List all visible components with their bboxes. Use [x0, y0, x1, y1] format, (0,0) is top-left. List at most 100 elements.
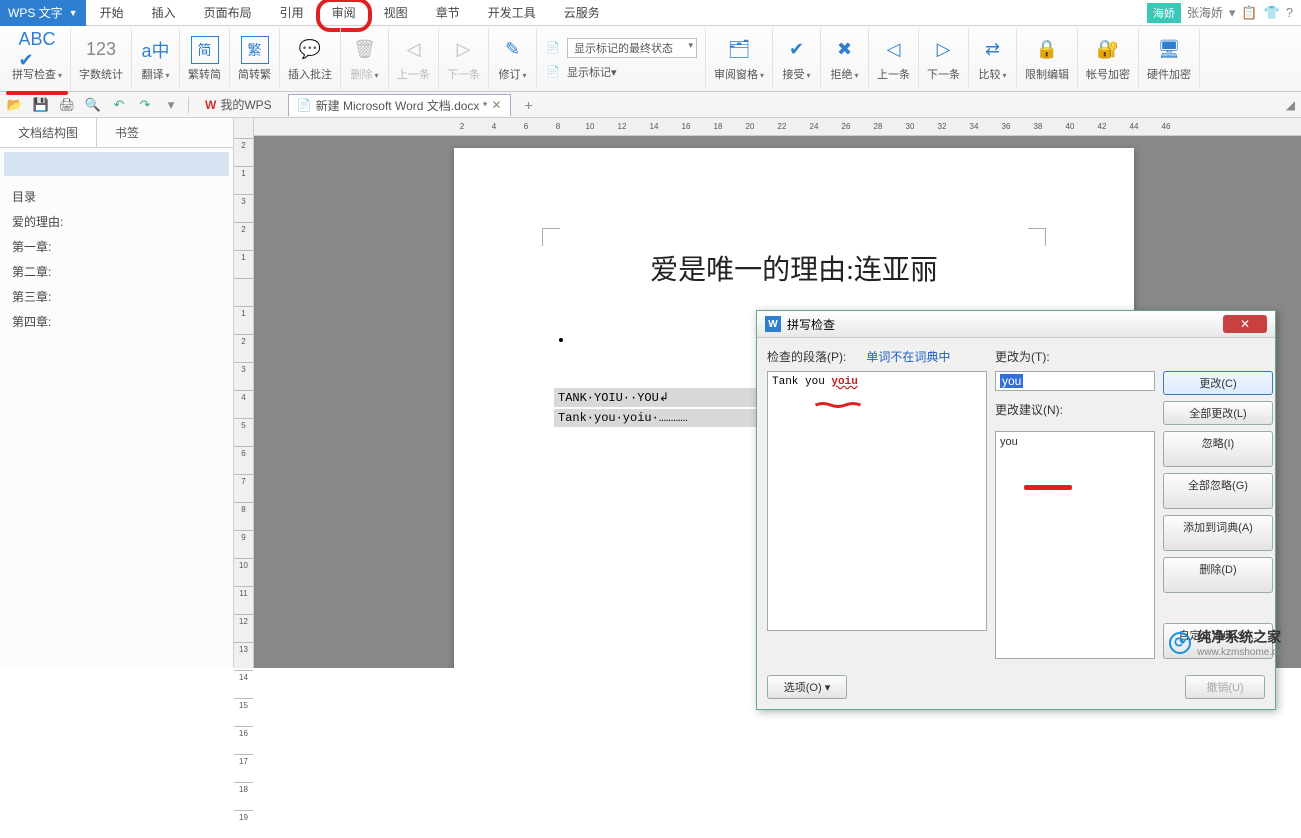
menu-insert[interactable]: 插入: [138, 0, 190, 26]
ribbon-rnext-label: 下一条: [927, 66, 960, 82]
collapse-ribbon-icon[interactable]: ◢: [1286, 98, 1295, 112]
ribbon-reject[interactable]: ✖ 拒绝▾: [821, 28, 869, 89]
ignore-button[interactable]: 忽略(I): [1163, 431, 1273, 467]
ignore-all-button[interactable]: 全部忽略(G): [1163, 473, 1273, 509]
page-corner-tl: [542, 228, 560, 246]
open-icon[interactable]: 📂: [6, 96, 24, 114]
ribbon-next-comment[interactable]: ▷ 下一条: [439, 28, 489, 89]
outline-item[interactable]: 第二章:: [12, 259, 221, 284]
ribbon-hardware-enc[interactable]: 🖥 硬件加密: [1139, 28, 1200, 89]
comment-icon: 💬: [296, 36, 324, 64]
ribbon-revise[interactable]: ✎ 修订▾: [489, 28, 537, 89]
dialog-body: 检查的段落(P): 单词不在词典中 更改为(T): Tank you yoiu …: [757, 338, 1275, 669]
ribbon-insert-comment[interactable]: 💬 插入批注: [280, 28, 341, 89]
paragraph-textbox[interactable]: Tank you yoiu: [767, 371, 987, 631]
ribbon-wordcount[interactable]: 123 字数统计: [71, 28, 132, 89]
app-menu-dropdown-icon: ▼: [69, 8, 78, 18]
show-marks-button[interactable]: 显示标记▾: [567, 64, 617, 80]
print-icon[interactable]: 🖨: [58, 96, 76, 114]
clipboard-icon[interactable]: 📋: [1241, 5, 1257, 21]
show-marks-label: 显示标记: [567, 67, 611, 79]
dialog-footer: 选项(O) ▾ 撤销(U): [757, 669, 1275, 709]
delete-comment-icon: 🗑: [351, 36, 379, 64]
review-pane-icon: 🗂: [725, 36, 753, 64]
user-dropdown-icon[interactable]: ▾: [1229, 5, 1236, 21]
ribbon-restrict[interactable]: 🔒 限制编辑: [1017, 28, 1078, 89]
outline-item[interactable]: 爱的理由:: [12, 209, 221, 234]
options-button[interactable]: 选项(O) ▾: [767, 675, 847, 699]
ribbon-rnext[interactable]: ▷ 下一条: [919, 28, 969, 89]
show-state-dropdown[interactable]: 显示标记的最终状态: [567, 38, 697, 58]
suggestions-list[interactable]: you: [995, 431, 1155, 659]
menu-view[interactable]: 视图: [370, 0, 422, 26]
ribbon-accept[interactable]: ✔ 接受▾: [773, 28, 821, 89]
sidebar-banner: [4, 152, 229, 176]
menu-cloud[interactable]: 云服务: [550, 0, 614, 26]
outline-item[interactable]: 第三章:: [12, 284, 221, 309]
ribbon-account-enc[interactable]: 🔐 帐号加密: [1078, 28, 1139, 89]
menu-review[interactable]: 审阅: [318, 0, 370, 26]
reject-icon: ✖: [831, 36, 859, 64]
menu-pagelayout[interactable]: 页面布局: [190, 0, 266, 26]
ribbon-review-pane[interactable]: 🗂 审阅窗格▾: [706, 28, 773, 89]
outline-item[interactable]: 目录: [12, 184, 221, 209]
sidebar: 文档结构图 书签 目录 爱的理由: 第一章: 第二章: 第三章: 第四章:: [0, 118, 234, 668]
outline-item[interactable]: 第四章:: [12, 309, 221, 334]
showmarks-icon: 📄: [545, 64, 561, 80]
outline-item[interactable]: 第一章:: [12, 234, 221, 259]
page-title: 爱是唯一的理由:连亚丽: [554, 248, 1034, 288]
print-preview-icon[interactable]: 🔍: [84, 96, 102, 114]
ribbon-account-enc-label: 帐号加密: [1086, 66, 1130, 82]
change-button[interactable]: 更改(C): [1163, 371, 1273, 395]
shirt-icon[interactable]: 👕: [1264, 5, 1280, 21]
menu-section[interactable]: 章节: [422, 0, 474, 26]
tab-mywps-label: 我的WPS: [220, 96, 271, 113]
paragraph-text-err: yoiu: [831, 376, 857, 388]
qat-separator: [188, 97, 189, 113]
dialog-close-button[interactable]: ✕: [1223, 315, 1267, 333]
change-all-button[interactable]: 全部更改(L): [1163, 401, 1273, 425]
dialog-titlebar[interactable]: W 拼写检查 ✕: [757, 311, 1275, 338]
tab-close-icon[interactable]: ✕: [491, 98, 501, 112]
ribbon-prev-comment[interactable]: ◁ 上一条: [389, 28, 439, 89]
menu-devtools[interactable]: 开发工具: [474, 0, 550, 26]
app-logo[interactable]: WPS 文字 ▼: [0, 0, 86, 26]
ribbon-reject-label: 拒绝: [831, 69, 853, 81]
suggestion-item[interactable]: you: [1000, 436, 1150, 448]
change-to-input[interactable]: you: [995, 371, 1155, 391]
user-name[interactable]: 张海娇: [1187, 4, 1223, 21]
ribbon-spellcheck[interactable]: ABC✔ 拼写检查▾: [4, 28, 71, 89]
ribbon-chs2cht[interactable]: 繁 简转繁: [230, 28, 280, 89]
menu-reference[interactable]: 引用: [266, 0, 318, 26]
sidebar-tab-structure[interactable]: 文档结构图: [0, 118, 97, 147]
add-dict-button[interactable]: 添加到词典(A): [1163, 515, 1273, 551]
ribbon-cht2chs[interactable]: 简 繁转简: [180, 28, 230, 89]
ribbon-compare[interactable]: ⇄ 比较▾: [969, 28, 1017, 89]
horizontal-ruler[interactable]: 2468101214161820222426283032343638404244…: [254, 118, 1301, 136]
vertical-ruler[interactable]: 2132112345678910111213141516171819: [234, 118, 254, 668]
wordcount-icon: 123: [87, 36, 115, 64]
delete-button[interactable]: 删除(D): [1163, 557, 1273, 593]
annotation-squiggle-2: [1024, 482, 1072, 488]
help-icon[interactable]: ?: [1286, 5, 1293, 20]
ribbon-revise-label: 修订: [499, 69, 521, 81]
redo-icon[interactable]: ↷: [136, 96, 154, 114]
tab-document[interactable]: 📄 新建 Microsoft Word 文档.docx * ✕: [288, 94, 511, 116]
sidebar-tab-bookmark[interactable]: 书签: [97, 118, 157, 147]
accept-icon: ✔: [783, 36, 811, 64]
tab-mywps[interactable]: W 我的WPS: [197, 94, 280, 115]
menu-start[interactable]: 开始: [86, 0, 138, 26]
change-to-label: 更改为(T):: [995, 348, 1155, 365]
ribbon-rprev[interactable]: ◁ 上一条: [869, 28, 919, 89]
user-badge[interactable]: 海娇: [1147, 3, 1181, 23]
ribbon-translate[interactable]: a中 翻译▾: [132, 28, 180, 89]
save-icon[interactable]: 💾: [32, 96, 50, 114]
ribbon-delete[interactable]: 🗑 删除▾: [341, 28, 389, 89]
qat-more-icon[interactable]: ▾: [162, 96, 180, 114]
doc-icon: 📄: [297, 98, 312, 112]
tab-add-button[interactable]: +: [519, 97, 539, 113]
undo-icon[interactable]: ↶: [110, 96, 128, 114]
undo-button[interactable]: 撤销(U): [1185, 675, 1265, 699]
ribbon-next-label: 下一条: [447, 66, 480, 82]
ribbon-spellcheck-label: 拼写检查: [12, 69, 56, 81]
